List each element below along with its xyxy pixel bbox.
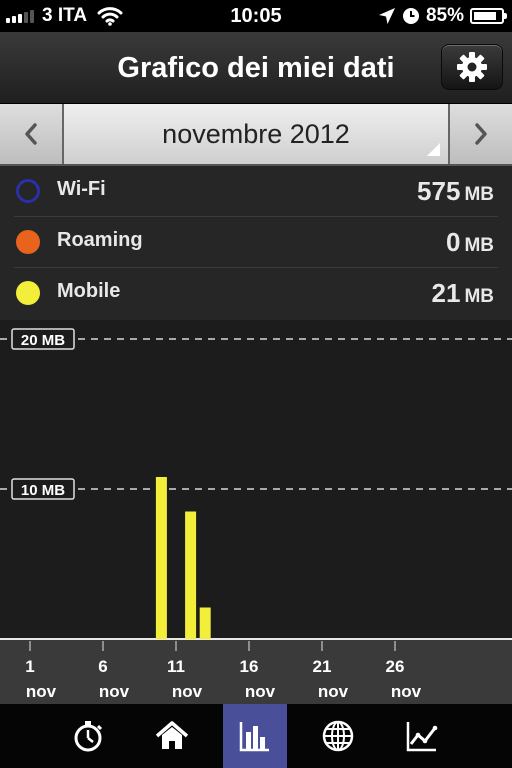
legend-name: Mobile bbox=[57, 280, 121, 302]
status-bar: 3 ITA 10:05 85% bbox=[0, 0, 512, 32]
x-tick-label: 1 bbox=[25, 657, 34, 676]
location-arrow-icon bbox=[378, 8, 395, 24]
roaming-dot-icon bbox=[16, 230, 40, 254]
nav-bar: Grafico dei miei dati bbox=[0, 32, 512, 104]
tab-trend[interactable] bbox=[390, 704, 454, 768]
month-selector: novembre 2012 bbox=[0, 104, 512, 166]
legend-name: Roaming bbox=[57, 229, 143, 251]
legend-row-wifi: Wi-Fi 575 MB bbox=[0, 166, 512, 217]
tab-home[interactable] bbox=[140, 704, 204, 768]
stopwatch-icon bbox=[74, 721, 103, 752]
legend-value: 21 MB bbox=[431, 278, 494, 308]
x-tick-label: 6 bbox=[98, 657, 107, 676]
legend-name: Wi-Fi bbox=[57, 178, 106, 200]
legend-value: 0 MB bbox=[445, 227, 494, 257]
bar-mobile bbox=[185, 511, 197, 639]
tab-bar bbox=[0, 704, 512, 768]
home-icon bbox=[155, 721, 189, 749]
bar-mobile bbox=[199, 607, 211, 639]
battery-percent: 85% bbox=[425, 5, 464, 26]
tab-globe[interactable] bbox=[306, 704, 370, 768]
next-month-button[interactable] bbox=[448, 104, 512, 164]
settings-button[interactable] bbox=[441, 44, 503, 90]
x-tick-sublabel: nov bbox=[391, 682, 422, 701]
wifi-ring-icon bbox=[16, 179, 40, 203]
usage-chart: 20 MB 10 MB 1 nov 6 nov 11 nov 16 nov 21 nov 26 nov bbox=[0, 320, 512, 708]
clock-icon bbox=[402, 8, 419, 24]
globe-icon bbox=[322, 720, 354, 752]
x-tick-sublabel: nov bbox=[172, 682, 203, 701]
page-title: Grafico dei miei dati bbox=[117, 52, 395, 84]
gridline-label: 10 MB bbox=[21, 482, 65, 499]
x-tick-label: 16 bbox=[240, 657, 259, 676]
data-legend: Wi-Fi 575 MB Roaming 0 MB Mobile 21 MB bbox=[0, 166, 512, 320]
x-tick-sublabel: nov bbox=[318, 682, 349, 701]
status-right: 85% bbox=[378, 5, 507, 27]
x-tick-sublabel: nov bbox=[99, 682, 130, 701]
previous-month-button[interactable] bbox=[0, 104, 64, 164]
x-tick-label: 26 bbox=[386, 657, 405, 676]
bar-chart-icon bbox=[239, 722, 269, 752]
chevron-left-icon bbox=[25, 123, 37, 145]
x-tick-label: 21 bbox=[313, 657, 332, 676]
dropdown-corner-icon bbox=[427, 143, 440, 156]
chevron-right-icon bbox=[475, 123, 487, 145]
tab-chart[interactable] bbox=[223, 704, 287, 768]
legend-row-mobile: Mobile 21 MB bbox=[0, 268, 512, 319]
x-tick-label: 11 bbox=[167, 657, 185, 676]
gear-icon bbox=[457, 52, 487, 82]
x-tick-sublabel: nov bbox=[245, 682, 276, 701]
bar-mobile bbox=[155, 477, 167, 639]
x-tick-sublabel: nov bbox=[26, 682, 57, 701]
battery-icon bbox=[470, 8, 507, 24]
legend-row-roaming: Roaming 0 MB bbox=[0, 217, 512, 268]
usage-chart-svg: 20 MB 10 MB 1 nov 6 nov 11 nov 16 nov 21 nov 26 nov bbox=[0, 328, 512, 704]
legend-value: 575 MB bbox=[417, 176, 494, 206]
gridline-label: 20 MB bbox=[21, 332, 65, 349]
month-label[interactable]: novembre 2012 bbox=[66, 104, 446, 164]
mobile-dot-icon bbox=[16, 281, 40, 305]
tab-stopwatch[interactable] bbox=[56, 704, 120, 768]
line-chart-icon bbox=[406, 722, 438, 752]
